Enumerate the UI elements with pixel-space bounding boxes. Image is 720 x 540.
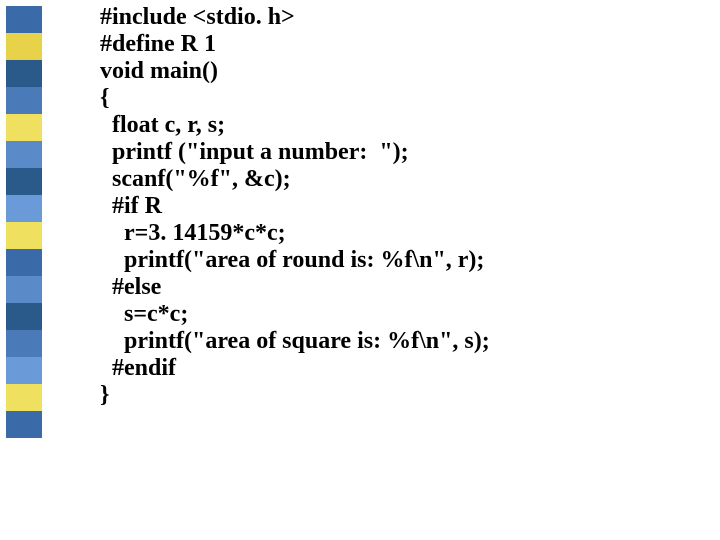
bullet-square [6, 114, 42, 141]
bullet-square [6, 6, 42, 33]
bullet-square [6, 249, 42, 276]
bullet-square [6, 195, 42, 222]
bullet-column [6, 6, 42, 438]
bullet-square [6, 384, 42, 411]
bullet-square [6, 330, 42, 357]
bullet-square [6, 141, 42, 168]
bullet-square [6, 33, 42, 60]
bullet-square [6, 168, 42, 195]
bullet-square [6, 60, 42, 87]
bullet-square [6, 411, 42, 438]
bullet-square [6, 357, 42, 384]
bullet-square [6, 303, 42, 330]
bullet-square [6, 276, 42, 303]
bullet-square [6, 87, 42, 114]
bullet-square [6, 222, 42, 249]
code-block: #include <stdio. h> #define R 1 void mai… [100, 4, 490, 409]
